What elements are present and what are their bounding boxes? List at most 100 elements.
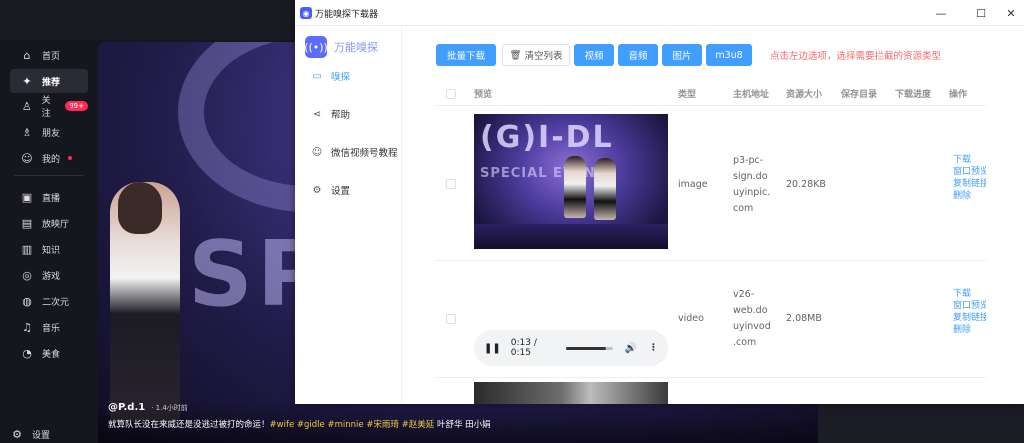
nav-item-food[interactable]: ◔ 美食 <box>10 342 88 364</box>
food-icon: ◔ <box>22 346 32 360</box>
header-save-dir: 保存目录 <box>841 90 878 100</box>
home-icon: ⌂ <box>23 48 31 62</box>
nav-item-music[interactable]: ♫ 音乐 <box>10 316 88 338</box>
anime-icon: ◍ <box>22 294 32 308</box>
follow-icon: ♙ <box>21 99 32 113</box>
menu-item-settings[interactable]: ⚙ 设置 <box>311 183 351 198</box>
row-size: 20.28KB <box>786 179 826 190</box>
menu-item-wechat-tutorial[interactable]: ☺ 微信视频号教程 <box>311 145 398 160</box>
menu-item-help[interactable]: ⋖ 帮助 <box>311 107 350 122</box>
player-time: 0:13 / 0:15 <box>510 338 537 358</box>
maximize-button[interactable]: ☐ <box>968 4 994 22</box>
header-size: 资源大小 <box>786 90 823 100</box>
notification-dot <box>68 156 73 160</box>
nav-item-home[interactable]: ⌂ 首页 <box>10 44 88 66</box>
table-row: ❚❚ 0:13 / 0:15 🔊 ⋮ video v26- web.do uyi… <box>436 262 986 378</box>
download-link[interactable]: 下载 <box>953 288 986 300</box>
brand-name: 万能嗅探 <box>334 41 378 54</box>
sidebar: ((•)) 万能嗅探 ▭ 嗅探 ⋖ 帮助 ☺ 微信视频号教程 ⚙ 设置 <box>295 26 402 404</box>
filter-video-button[interactable]: 视频 <box>574 44 614 66</box>
row-size: 2.08MB <box>786 313 822 324</box>
header-actions: 操作 <box>949 90 968 100</box>
header-type: 类型 <box>678 90 697 100</box>
delete-link[interactable]: 删除 <box>953 324 986 336</box>
image-preview-partial[interactable] <box>474 382 668 404</box>
filter-hint: 点击左边选项，选择需要拦截的资源类型 <box>770 51 942 62</box>
nav-item-anime[interactable]: ◍ 二次元 <box>10 290 88 312</box>
downloader-window: ◉ 万能嗅探下载器 — ☐ ✕ ((•)) 万能嗅探 ▭ 嗅探 ⋖ 帮助 ☺ 微信视频… <box>295 0 1024 404</box>
video-caption: 就算队长没在来威还是没逃过被打的命运！#wife #gidle #minnie … <box>108 420 491 430</box>
follow-badge: 99+ <box>65 101 88 111</box>
live-icon: ▣ <box>21 190 33 204</box>
filter-audio-button[interactable]: 音频 <box>618 44 658 66</box>
download-link[interactable]: 下载 <box>953 154 986 166</box>
header-preview: 预览 <box>474 90 493 100</box>
image-preview[interactable]: (G)I-DL SPECIAL EVEN <box>474 114 668 249</box>
nav-item-game[interactable]: ◎ 游戏 <box>10 264 88 286</box>
row-actions: 下载 窗口预览 复制链接 删除 <box>953 288 986 336</box>
pause-icon[interactable]: ❚❚ <box>484 343 501 354</box>
resource-table: 预览 类型 主机地址 资源大小 保存目录 下载进度 操作 (G)I-DL SPE… <box>436 82 986 404</box>
wechat-icon: ☺ <box>311 146 323 158</box>
select-all-checkbox[interactable] <box>446 89 456 99</box>
clear-list-button[interactable]: 🗑 清空列表 <box>502 44 570 66</box>
music-icon: ♫ <box>22 320 32 334</box>
main-panel: 批量下载 🗑 清空列表 视频 音频 图片 m3u8 点击左边选项，选择需要拦截的资… <box>403 26 1024 404</box>
title-bar[interactable]: ◉ 万能嗅探下载器 — ☐ ✕ <box>295 0 1024 26</box>
row-actions: 下载 窗口预览 复制链接 删除 <box>953 154 986 202</box>
nav-item-cinema[interactable]: ▤ 放映厅 <box>10 212 88 234</box>
row-checkbox[interactable] <box>446 314 456 324</box>
trash-icon: 🗑 <box>509 49 522 61</box>
filter-m3u8-button[interactable]: m3u8 <box>706 44 752 66</box>
background-sidebar: ⌂ 首页 ✦ 推荐 ♙ 关注 99+ ♗ 朋友 ☺ 我的 ▣ 直播 ▤ 放映厅 ▥ 知识 ◎ 游戏 … <box>0 40 98 443</box>
app-logo-icon: ◉ <box>300 7 312 19</box>
nav-item-friends[interactable]: ♗ 朋友 <box>10 121 88 143</box>
header-progress: 下载进度 <box>895 90 932 100</box>
nav-item-follow[interactable]: ♙ 关注 99+ <box>10 95 88 119</box>
window-title: 万能嗅探下载器 <box>315 10 379 20</box>
row-type: image <box>678 179 708 190</box>
nav-item-mine[interactable]: ☺ 我的 <box>10 147 88 169</box>
preview-stage-floor <box>474 224 668 249</box>
minimize-button[interactable]: — <box>928 4 954 22</box>
menu-item-sniff[interactable]: ▭ 嗅探 <box>311 69 350 84</box>
row-host: v26- web.do uyinvod .com <box>733 289 771 348</box>
filter-image-button[interactable]: 图片 <box>662 44 702 66</box>
dancer-head <box>118 182 162 234</box>
row-type: video <box>678 313 704 324</box>
preview-dancer <box>564 156 586 218</box>
copy-link[interactable]: 复制链接 <box>953 312 986 324</box>
row-checkbox[interactable] <box>446 179 456 189</box>
nav-item-live[interactable]: ▣ 直播 <box>10 186 88 208</box>
broadcast-icon: ((•)) <box>304 36 328 58</box>
row-host: p3-pc- sign.do uyinpic. com <box>733 155 771 214</box>
brand: ((•)) 万能嗅探 <box>304 36 378 58</box>
copy-link[interactable]: 复制链接 <box>953 178 986 190</box>
share-icon: ⋖ <box>312 108 322 120</box>
video-author[interactable]: @P.d.1 · 1.4小时前 <box>108 402 188 413</box>
close-button[interactable]: ✕ <box>998 4 1024 22</box>
sparkle-icon: ✦ <box>22 74 32 88</box>
user-icon: ☺ <box>21 151 33 165</box>
knowledge-icon: ▥ <box>21 242 33 256</box>
preview-text: (G)I-DL <box>480 120 614 155</box>
window-preview-link[interactable]: 窗口预览 <box>953 300 986 312</box>
nav-item-knowledge[interactable]: ▥ 知识 <box>10 238 88 260</box>
window-preview-link[interactable]: 窗口预览 <box>953 166 986 178</box>
batch-download-button[interactable]: 批量下载 <box>436 44 496 66</box>
video-player[interactable]: ❚❚ 0:13 / 0:15 🔊 ⋮ <box>474 330 668 366</box>
volume-icon[interactable]: 🔊 <box>625 343 637 354</box>
toolbar: 批量下载 🗑 清空列表 视频 音频 图片 m3u8 点击左边选项，选择需要拦截的资… <box>436 44 941 66</box>
nav-item-recommend[interactable]: ✦ 推荐 <box>10 69 88 93</box>
delete-link[interactable]: 删除 <box>953 190 986 202</box>
background-settings[interactable]: ⚙ 设置 <box>10 428 50 441</box>
cinema-icon: ▤ <box>21 216 33 230</box>
nav-divider <box>14 175 84 176</box>
more-options-icon[interactable]: ⋮ <box>649 343 658 353</box>
header-host: 主机地址 <box>733 90 770 100</box>
table-header: 预览 类型 主机地址 资源大小 保存目录 下载进度 操作 <box>436 82 986 106</box>
player-progress-fill <box>565 346 607 350</box>
table-row: (G)I-DL SPECIAL EVEN image p3-pc- sign.d… <box>436 107 986 261</box>
preview-dancer <box>594 158 616 220</box>
player-progress[interactable] <box>565 346 613 350</box>
